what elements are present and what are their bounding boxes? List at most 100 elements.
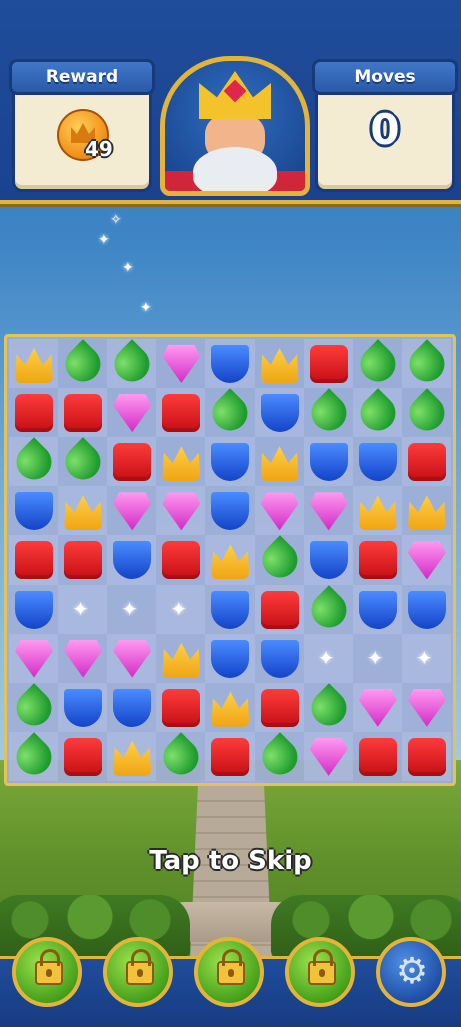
- board-cell[interactable]: [303, 388, 354, 438]
- board-cell[interactable]: [353, 535, 402, 584]
- board-cell[interactable]: [353, 437, 402, 486]
- shield-piece-icon[interactable]: [211, 492, 250, 531]
- box-piece-icon[interactable]: [162, 688, 201, 727]
- box-piece-icon[interactable]: [15, 541, 53, 580]
- game-board[interactable]: ✦ ✦ ✦ ✦ ✦ ✦: [4, 334, 456, 786]
- board-cell[interactable]: ✦: [58, 584, 108, 634]
- board-cell[interactable]: [303, 731, 353, 781]
- shield-piece-icon[interactable]: [211, 443, 250, 482]
- box-piece-icon[interactable]: [358, 737, 397, 776]
- gem-piece-icon[interactable]: [15, 639, 53, 678]
- board-cell[interactable]: [58, 437, 108, 487]
- board-cell[interactable]: [107, 731, 157, 781]
- board-cell[interactable]: [254, 732, 305, 782]
- crown-piece-icon[interactable]: [162, 642, 201, 678]
- board-cell[interactable]: ✦: [156, 584, 206, 634]
- gem-piece-icon[interactable]: [162, 345, 201, 383]
- box-piece-icon[interactable]: [15, 394, 53, 433]
- crown-piece-icon[interactable]: [113, 740, 152, 776]
- gem-piece-icon[interactable]: [113, 492, 152, 531]
- gem-piece-icon[interactable]: [113, 639, 152, 678]
- board-cell[interactable]: [107, 633, 157, 683]
- board-cell[interactable]: [58, 682, 108, 732]
- gem-piece-icon[interactable]: [309, 737, 348, 776]
- board-cell[interactable]: [205, 585, 254, 634]
- board-cell[interactable]: [205, 633, 255, 683]
- board-cell[interactable]: [156, 732, 207, 782]
- leaf-piece-icon[interactable]: [254, 732, 305, 782]
- board-cell[interactable]: [9, 486, 58, 535]
- board-cell[interactable]: [156, 437, 205, 486]
- board-cell[interactable]: [304, 486, 353, 535]
- board-cell[interactable]: [9, 388, 58, 437]
- board-cell[interactable]: [9, 585, 58, 634]
- board-cell[interactable]: [254, 535, 305, 586]
- board-cell[interactable]: [9, 535, 59, 585]
- leaf-piece-icon[interactable]: [58, 437, 108, 487]
- box-piece-icon[interactable]: [358, 541, 397, 580]
- gem-piece-icon[interactable]: [113, 394, 152, 433]
- leaf-piece-icon[interactable]: [156, 732, 207, 782]
- board-cell[interactable]: [9, 633, 59, 683]
- board-cell[interactable]: [9, 437, 59, 487]
- leaf-piece-icon[interactable]: [303, 584, 354, 635]
- board-cell[interactable]: [58, 339, 108, 389]
- crown-piece-icon[interactable]: [162, 446, 201, 482]
- board-cell[interactable]: [107, 339, 157, 389]
- board-cell[interactable]: [107, 535, 157, 585]
- board-cell[interactable]: [156, 339, 205, 388]
- leaf-piece-icon[interactable]: [353, 339, 403, 389]
- board-cell[interactable]: [401, 437, 451, 487]
- board-cell[interactable]: [303, 683, 354, 733]
- board-cell[interactable]: [58, 732, 107, 781]
- board-cell[interactable]: [156, 388, 206, 438]
- board-cell[interactable]: [401, 339, 452, 389]
- board-cell[interactable]: [255, 634, 304, 683]
- board-cell[interactable]: [58, 535, 107, 584]
- board-cell[interactable]: [107, 683, 156, 732]
- settings-button[interactable]: ⚙: [376, 937, 446, 1007]
- locked-booster-1[interactable]: [12, 937, 82, 1007]
- shield-piece-icon[interactable]: [113, 688, 152, 727]
- box-piece-icon[interactable]: [260, 590, 299, 629]
- board-cell[interactable]: [9, 731, 59, 782]
- leaf-piece-icon[interactable]: [402, 388, 452, 438]
- board-cell[interactable]: [254, 388, 304, 438]
- board-cell[interactable]: [254, 486, 304, 536]
- board-cell[interactable]: [107, 486, 156, 535]
- board-cell[interactable]: [58, 388, 108, 438]
- leaf-piece-icon[interactable]: [402, 339, 452, 389]
- leaf-piece-icon[interactable]: [205, 388, 256, 438]
- gem-piece-icon[interactable]: [358, 688, 397, 727]
- board-cell[interactable]: [402, 683, 451, 732]
- board-cell[interactable]: [156, 682, 206, 732]
- board-cell[interactable]: [156, 486, 206, 536]
- leaf-piece-icon[interactable]: [303, 388, 354, 438]
- shield-piece-icon[interactable]: [211, 590, 250, 629]
- board-cell[interactable]: [303, 584, 354, 635]
- locked-booster-2[interactable]: [103, 937, 173, 1007]
- gem-piece-icon[interactable]: [309, 492, 348, 531]
- crown-piece-icon[interactable]: [260, 446, 299, 482]
- board-cell[interactable]: [205, 339, 255, 389]
- board-cell[interactable]: [255, 339, 304, 388]
- board-cell[interactable]: [402, 388, 452, 438]
- leaf-piece-icon[interactable]: [254, 535, 305, 586]
- shield-piece-icon[interactable]: [309, 443, 348, 482]
- board-cell[interactable]: [107, 437, 157, 487]
- leaf-piece-icon[interactable]: [9, 437, 59, 487]
- board-cell[interactable]: [205, 535, 255, 585]
- box-piece-icon[interactable]: [113, 443, 152, 482]
- box-piece-icon[interactable]: [162, 541, 201, 580]
- board-cell[interactable]: [303, 437, 353, 487]
- crown-piece-icon[interactable]: [15, 348, 53, 383]
- leaf-piece-icon[interactable]: [9, 732, 59, 782]
- crown-piece-icon[interactable]: [358, 495, 397, 531]
- board-cell[interactable]: [205, 731, 255, 781]
- gem-piece-icon[interactable]: [162, 492, 201, 531]
- board-cell[interactable]: [402, 585, 451, 634]
- gem-piece-icon[interactable]: [260, 492, 299, 531]
- box-piece-icon[interactable]: [260, 688, 299, 727]
- board-cell[interactable]: ✦: [107, 585, 156, 634]
- box-piece-icon[interactable]: [407, 737, 446, 776]
